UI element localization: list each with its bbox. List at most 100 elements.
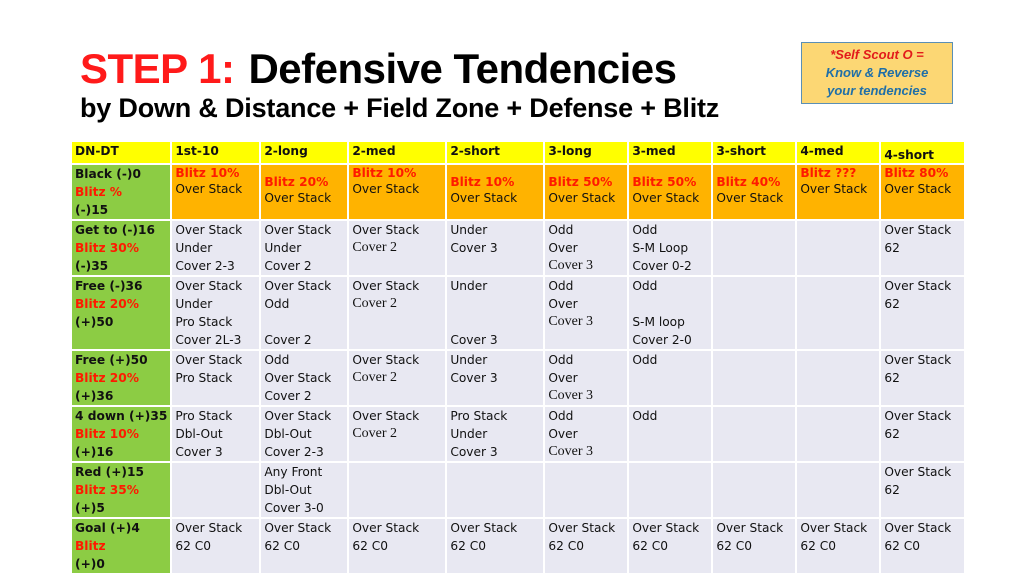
- table-row: Black (-)0 Blitz % (-)15 Blitz 10% Over Stac…: [69, 163, 967, 221]
- cell-line: Any Front: [264, 465, 323, 479]
- table-cell: Blitz 10% Over Stack: [170, 163, 262, 221]
- cell-line: Cover 3: [450, 333, 498, 347]
- table-cell: Odd S-M Loop Cover 0-2: [627, 219, 714, 277]
- table-cell: Blitz 10% Over Stack: [347, 163, 448, 221]
- blitz-percent: Blitz 50%: [632, 175, 697, 189]
- cell-line: Cover 3: [548, 388, 594, 403]
- cell-line: Cover 3: [450, 445, 498, 459]
- row-label-blitz: Blitz 10%: [75, 427, 139, 441]
- table-cell: Odd Over Cover 3: [543, 275, 630, 351]
- cell-line: 62: [884, 297, 900, 311]
- table-cell: Over Stack Cover 2: [347, 405, 448, 463]
- cell-line: Odd: [632, 409, 658, 423]
- table-cell: Blitz 50% Over Stack: [543, 163, 630, 221]
- table-cell: [170, 461, 262, 519]
- cell-line: Under: [450, 279, 488, 293]
- table-cell: Over Stack Under Cover 2: [259, 219, 350, 277]
- row-label: Black (-)0 Blitz % (-)15: [69, 163, 173, 221]
- cell-line: Cover 2: [352, 370, 398, 385]
- cell-line: Over Stack: [352, 182, 420, 196]
- cell-line: Cover 3: [175, 445, 223, 459]
- cell-line: Over Stack: [884, 465, 952, 479]
- cell-line: Odd: [632, 353, 658, 367]
- cell-line: Over Stack: [264, 371, 332, 385]
- row-label-blitz: Blitz 20%: [75, 371, 139, 385]
- blitz-percent: Blitz 20%: [264, 175, 329, 189]
- row-label-blitz: Blitz %: [75, 185, 123, 199]
- cell-line: Cover 2-3: [175, 259, 235, 273]
- cell-line: Over Stack: [175, 223, 243, 237]
- table-cell: [795, 461, 882, 519]
- cell-line: Odd: [264, 353, 290, 367]
- table-cell: [795, 219, 882, 277]
- table-cell: [795, 275, 882, 351]
- cell-line: Over Stack: [884, 353, 952, 367]
- cell-line: Odd: [632, 223, 658, 237]
- row-label: 4 down (+)35 Blitz 10% (+)16: [69, 405, 173, 463]
- table-cell: [543, 461, 630, 519]
- table-cell: Over Stack 62: [879, 405, 967, 463]
- cell-line: Over: [548, 297, 578, 311]
- cell-line: Odd: [548, 223, 574, 237]
- note-line-1: *Self Scout O =: [830, 47, 924, 62]
- cell-line: Over: [548, 241, 578, 255]
- table-cell: [347, 461, 448, 519]
- table-row: Get to (-)16 Blitz 30% (-)35 Over Stack Unde…: [69, 219, 967, 277]
- cell-line: Over Stack: [352, 223, 420, 237]
- cell-line: 62: [884, 241, 900, 255]
- table-cell: Over Stack 62 C0: [170, 517, 262, 575]
- table-cell: Over Stack 62 C0: [711, 517, 798, 575]
- table-cell: Odd: [627, 349, 714, 407]
- column-header: 4-short: [879, 140, 967, 165]
- table-cell: [795, 349, 882, 407]
- title-block: STEP 1: Defensive Tendencies by Down & Di…: [80, 44, 719, 123]
- row-label-zone: Red (+)15: [75, 465, 144, 479]
- row-label-zone: Free (+)50: [75, 353, 148, 367]
- self-scout-note: *Self Scout O = Know & Reverse your tend…: [801, 42, 953, 104]
- cell-line: [632, 295, 708, 313]
- cell-line: Cover 3: [548, 314, 594, 329]
- column-header: 3-med: [627, 140, 714, 165]
- cell-line: Over Stack: [884, 409, 952, 423]
- row-label-range: (+)36: [75, 389, 114, 403]
- cell-line: Under: [175, 241, 213, 255]
- table-row: 4 down (+)35 Blitz 10% (+)16 Pro Stack Dbl-O…: [69, 405, 967, 463]
- table-cell: [711, 219, 798, 277]
- row-label-blitz: Blitz: [75, 539, 106, 553]
- cell-line: Cover 2: [352, 296, 398, 311]
- table-cell: Under Cover 3: [445, 275, 546, 351]
- blitz-percent: Blitz ???: [800, 166, 857, 180]
- blitz-percent: Blitz 80%: [884, 166, 949, 180]
- cell-line: Cover 2: [352, 240, 398, 255]
- table-cell: Over Stack Under Pro Stack Cover 2L-3: [170, 275, 262, 351]
- row-label-range: (+)5: [75, 501, 105, 515]
- cell-line: Odd: [548, 409, 574, 423]
- cell-line: Over Stack: [548, 191, 616, 205]
- row-label-range: (+)16: [75, 445, 114, 459]
- cell-line: Over Stack: [548, 521, 616, 535]
- table-cell: Over Stack 62 C0: [347, 517, 448, 575]
- table-cell: Over Stack Pro Stack: [170, 349, 262, 407]
- row-label-range: (+)50: [75, 315, 114, 329]
- row-label-zone: Free (-)36: [75, 279, 143, 293]
- row-label-zone: Get to (-)16: [75, 223, 155, 237]
- cell-line: Pro Stack: [450, 409, 508, 423]
- table-cell: Over Stack Under Cover 2-3: [170, 219, 262, 277]
- cell-line: Cover 0-2: [632, 259, 692, 273]
- header-row: DN-DT 1st-10 2-long 2-med 2-short 3-long 3-med…: [69, 140, 967, 165]
- cell-line: Over Stack: [800, 182, 868, 196]
- cell-line: Cover 3: [548, 258, 594, 273]
- cell-line: Over Stack: [450, 521, 518, 535]
- cell-line: Cover 2-3: [264, 445, 324, 459]
- cell-line: 62: [884, 371, 900, 385]
- table-cell: Over Stack 62 C0: [445, 517, 546, 575]
- cell-line: Under: [450, 427, 488, 441]
- column-header: 4-med: [795, 140, 882, 165]
- table-cell: Blitz 20% Over Stack: [259, 163, 350, 221]
- table-cell: Over Stack Cover 2: [347, 275, 448, 351]
- row-label-blitz: Blitz 35%: [75, 483, 139, 497]
- cell-line: Odd: [548, 279, 574, 293]
- cell-line: Over Stack: [450, 191, 518, 205]
- cell-line: 62: [884, 427, 900, 441]
- cell-line: Over Stack: [264, 279, 332, 293]
